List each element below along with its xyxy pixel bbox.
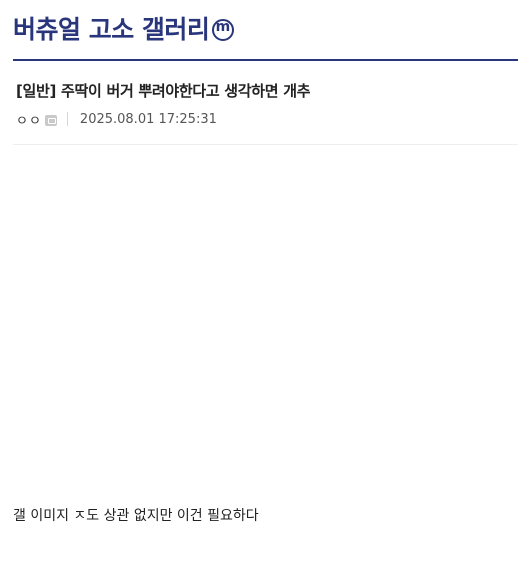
post-date: 2025.08.01 17:25:31 xyxy=(79,111,217,127)
author-nickname[interactable]: ㅇㅇ xyxy=(16,110,42,129)
post-title: [일반] 주딱이 버거 뿌려야한다고 생각하면 개추 xyxy=(16,82,311,100)
fluid-nick-icon xyxy=(44,114,57,126)
post-meta: ㅇㅇ 2025.08.01 17:25:31 xyxy=(16,110,217,129)
minor-gallery-icon-letter: m xyxy=(215,19,231,35)
minor-gallery-icon: m xyxy=(212,19,235,41)
header-divider xyxy=(13,59,518,61)
gallery-title[interactable]: 버츄얼 고소 갤러리 xyxy=(13,10,210,46)
meta-divider xyxy=(13,144,518,145)
gallery-header: 버츄얼 고소 갤러리 m xyxy=(13,8,518,48)
meta-separator xyxy=(66,112,68,126)
post-body: 갤 이미지 ㅈ도 상관 없지만 이건 필요하다 xyxy=(13,508,259,524)
